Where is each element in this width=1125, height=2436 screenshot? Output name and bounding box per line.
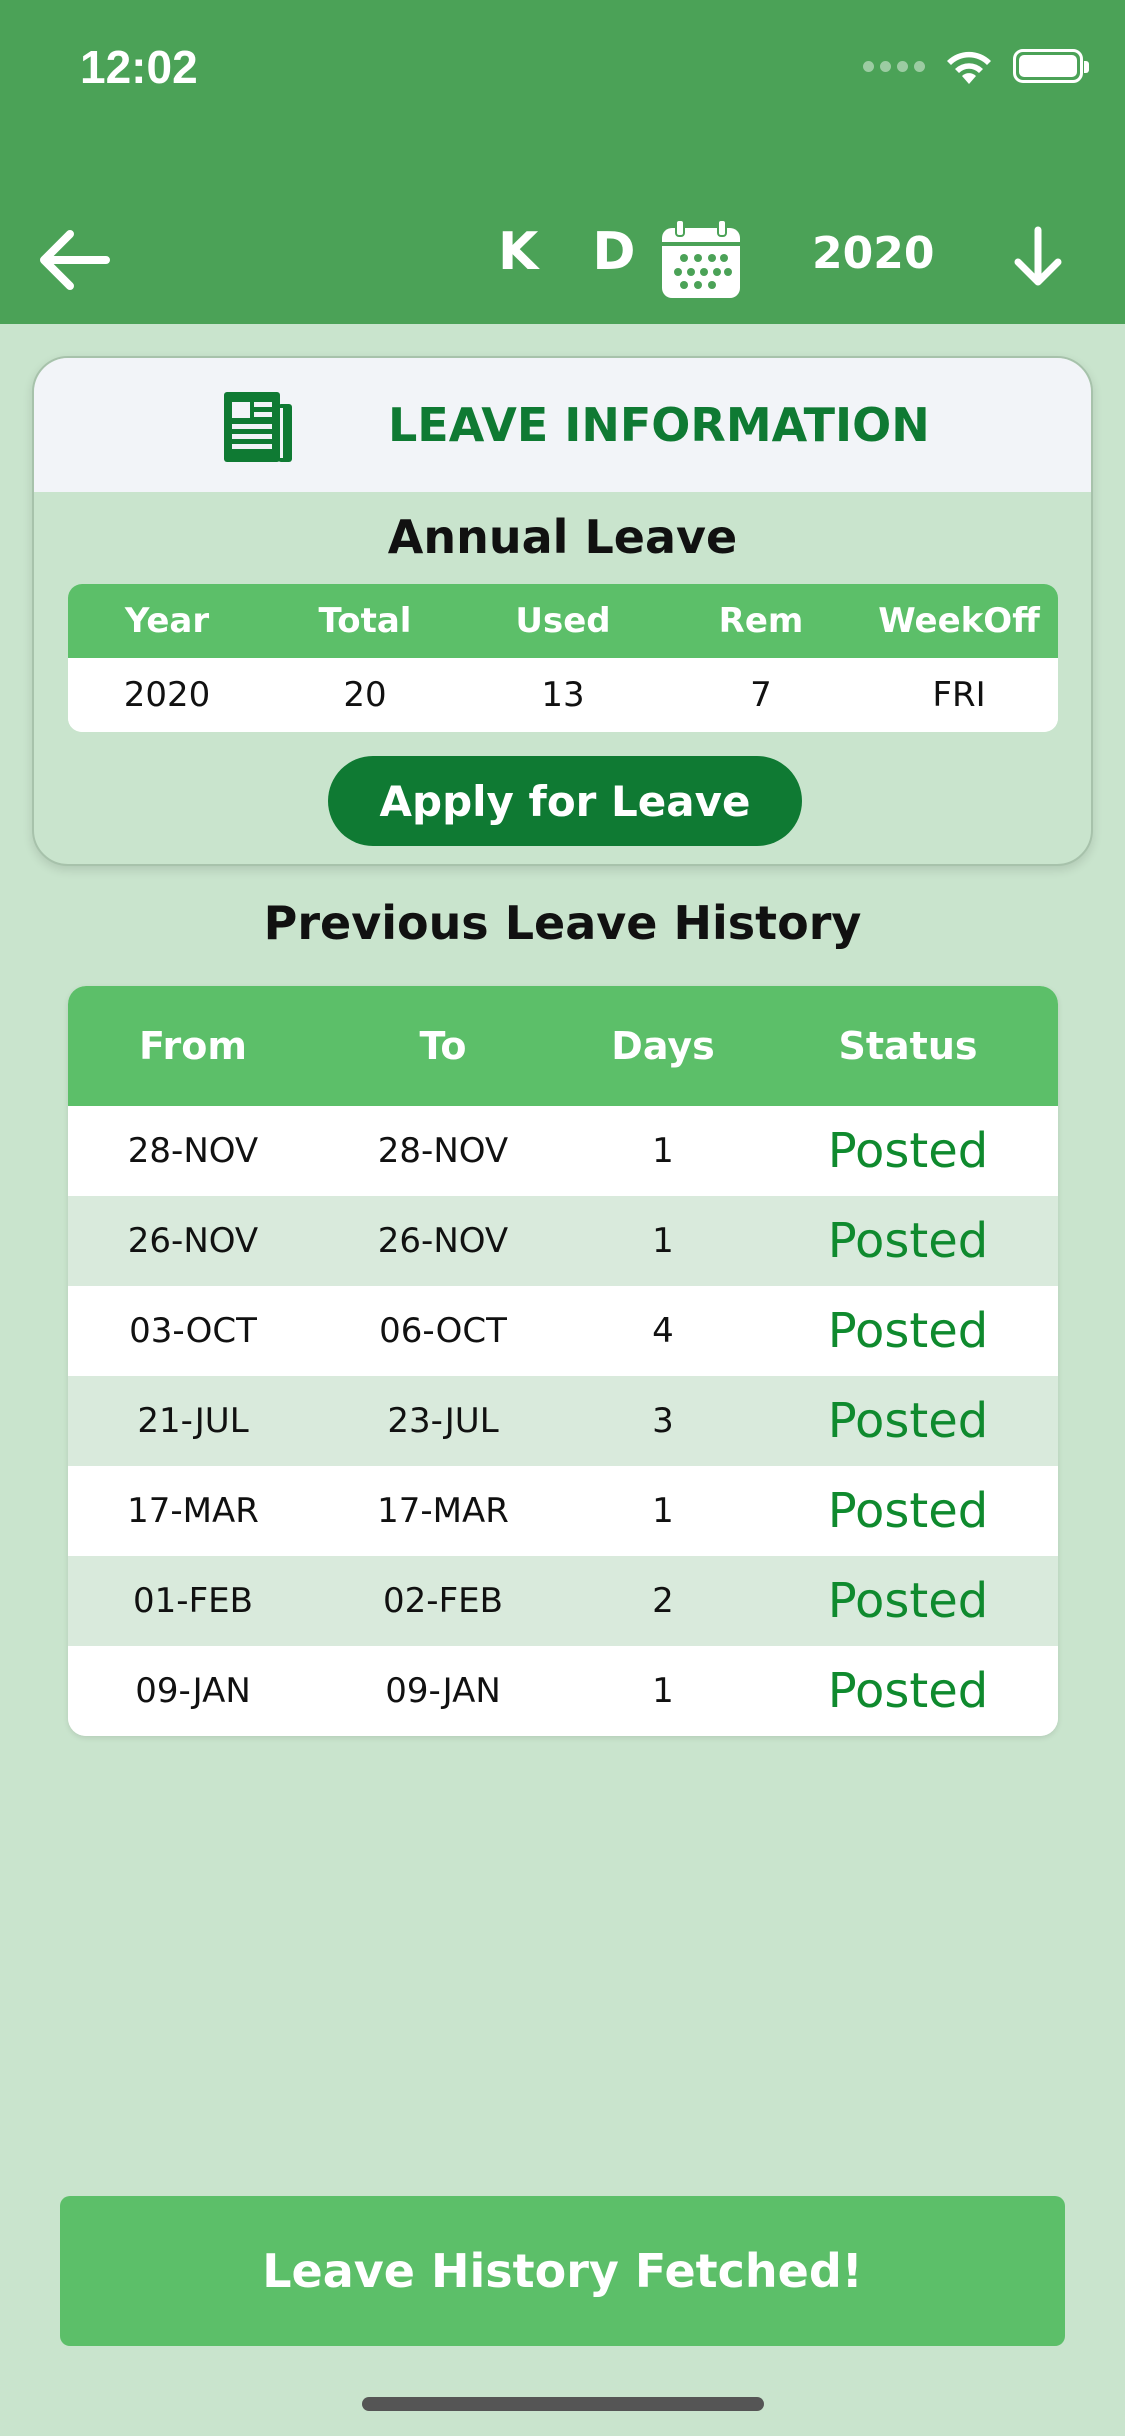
table-cell: FRI [932, 675, 986, 715]
back-arrow-icon[interactable] [36, 222, 112, 298]
table-row[interactable]: 01-FEB 02-FEB 2 Posted [68, 1556, 1058, 1646]
days-cell: 4 [652, 1311, 674, 1351]
apply-for-leave-button[interactable]: Apply for Leave [328, 756, 802, 846]
from-cell: 26-NOV [127, 1221, 259, 1261]
to-cell: 06-OCT [379, 1311, 507, 1351]
to-cell: 28-NOV [377, 1131, 509, 1171]
days-cell: 1 [652, 1221, 674, 1261]
table-row[interactable]: 28-NOV 28-NOV 1 Posted [68, 1106, 1058, 1196]
column-header: Rem [718, 601, 804, 641]
battery-icon [1013, 49, 1089, 83]
table-row[interactable]: 21-JUL 23-JUL 3 Posted [68, 1376, 1058, 1466]
status-cell: Posted [827, 1573, 989, 1629]
column-header-from: From [139, 1024, 247, 1068]
column-header-status: Status [838, 1024, 978, 1068]
table-row[interactable]: 17-MAR 17-MAR 1 Posted [68, 1466, 1058, 1556]
status-cell: Posted [827, 1303, 989, 1359]
annual-table-header: Year Total Used Rem WeekOff [68, 584, 1058, 658]
from-cell: 03-OCT [129, 1311, 257, 1351]
from-cell: 28-NOV [127, 1131, 259, 1171]
status-cell: Posted [827, 1483, 989, 1539]
table-row[interactable]: 09-JAN 09-JAN 1 Posted [68, 1646, 1058, 1736]
cellular-signal-icon [863, 60, 925, 72]
status-cell: Posted [827, 1393, 989, 1449]
home-indicator[interactable] [362, 2397, 764, 2411]
status-cell: Posted [827, 1213, 989, 1269]
annual-table-row: 2020 20 13 7 FRI [68, 658, 1058, 732]
status-time: 12:02 [80, 41, 198, 93]
table-cell: 20 [343, 675, 387, 715]
document-icon [224, 392, 292, 462]
from-cell: 01-FEB [133, 1581, 253, 1621]
wifi-icon [947, 51, 991, 84]
column-header: Used [515, 601, 611, 641]
leave-info-header: LEAVE INFORMATION [34, 358, 1091, 492]
toast-message: Leave History Fetched! [60, 2196, 1065, 2346]
history-title: Previous Leave History [263, 896, 862, 950]
annual-leave-title: Annual Leave [387, 510, 738, 564]
status-cell: Posted [827, 1123, 989, 1179]
leave-info-title: LEAVE INFORMATION [388, 398, 930, 452]
to-cell: 09-JAN [385, 1671, 501, 1711]
app-header: 12:02 K D S 2020 [0, 0, 1125, 324]
to-cell: 17-MAR [377, 1491, 509, 1531]
to-cell: 23-JUL [387, 1401, 499, 1441]
table-cell: 13 [541, 675, 585, 715]
from-cell: 17-MAR [127, 1491, 259, 1531]
history-table-body: 28-NOV 28-NOV 1 Posted 26-NOV 26-NOV 1 P… [68, 1106, 1058, 1736]
column-header: WeekOff [878, 601, 1040, 641]
days-cell: 1 [652, 1131, 674, 1171]
history-table-header: From To Days Status [68, 986, 1058, 1106]
days-cell: 1 [652, 1491, 674, 1531]
table-cell: 7 [750, 675, 772, 715]
days-cell: 3 [652, 1401, 674, 1441]
days-cell: 2 [652, 1581, 674, 1621]
days-cell: 1 [652, 1671, 674, 1711]
status-cell: Posted [827, 1663, 989, 1719]
to-cell: 02-FEB [383, 1581, 503, 1621]
status-icons [863, 46, 1089, 86]
year-selector[interactable]: 2020 [812, 228, 934, 279]
leave-info-card: LEAVE INFORMATION Annual Leave Year Tota… [32, 356, 1093, 866]
table-cell: 2020 [123, 675, 211, 715]
column-header-days: Days [611, 1024, 715, 1068]
from-cell: 21-JUL [137, 1401, 249, 1441]
column-header: Year [124, 601, 210, 641]
table-row[interactable]: 26-NOV 26-NOV 1 Posted [68, 1196, 1058, 1286]
download-arrow-icon[interactable] [1010, 226, 1066, 288]
annual-leave-table: Year Total Used Rem WeekOff 2020 20 13 7… [68, 584, 1058, 732]
column-header: Total [318, 601, 412, 641]
table-row[interactable]: 03-OCT 06-OCT 4 Posted [68, 1286, 1058, 1376]
to-cell: 26-NOV [377, 1221, 509, 1261]
column-header-to: To [419, 1024, 467, 1068]
from-cell: 09-JAN [135, 1671, 251, 1711]
calendar-icon[interactable] [660, 218, 742, 300]
leave-history-table: From To Days Status 28-NOV 28-NOV 1 Post… [68, 986, 1058, 1736]
